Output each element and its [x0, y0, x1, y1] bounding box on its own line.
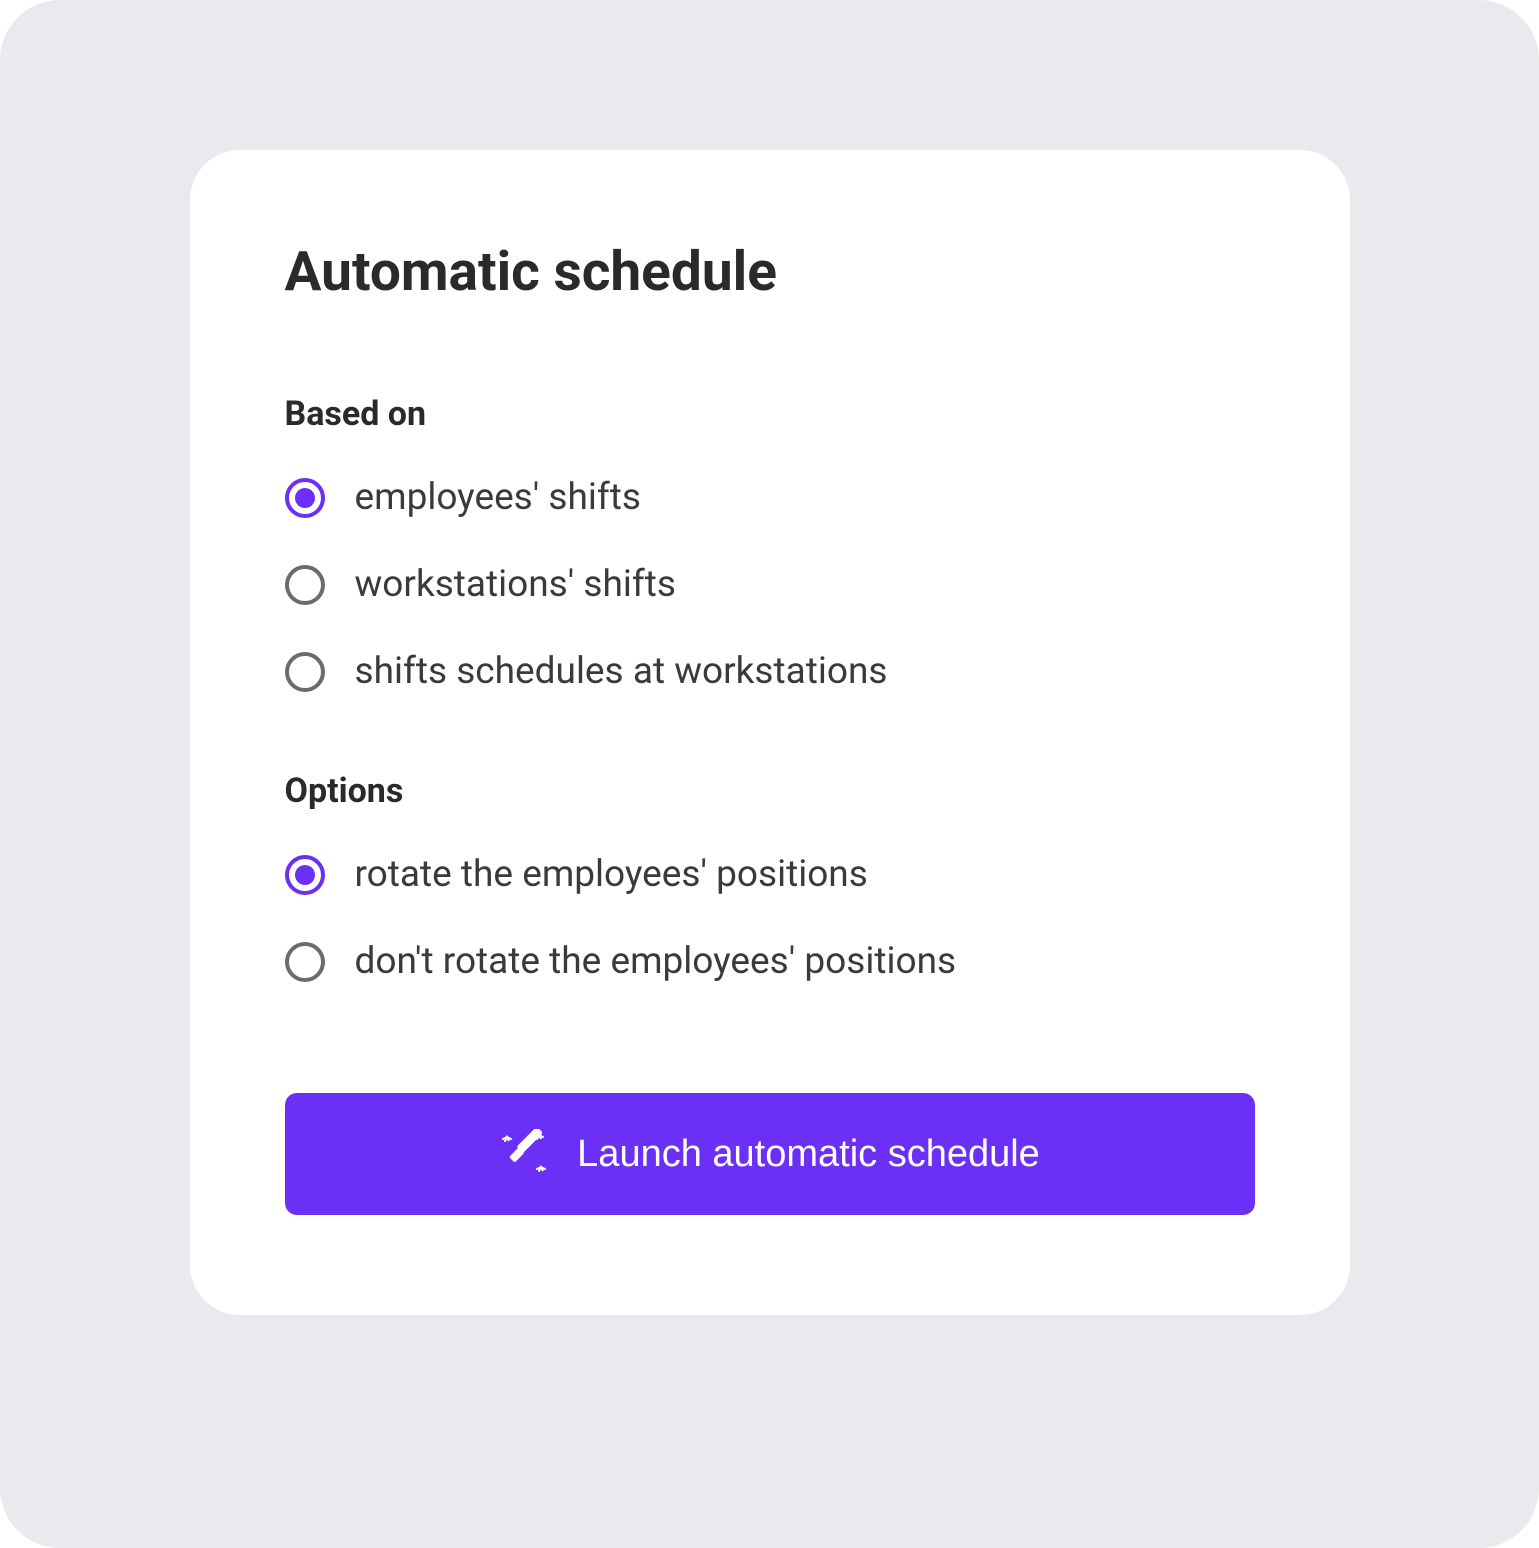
- radio-label: rotate the employees' positions: [355, 853, 868, 896]
- radio-icon: [285, 565, 325, 605]
- automatic-schedule-card: Automatic schedule Based on employees' s…: [190, 150, 1350, 1315]
- magic-wand-icon: [499, 1129, 549, 1179]
- radio-icon: [285, 652, 325, 692]
- options-label: Options: [285, 771, 1255, 811]
- radio-icon: [285, 855, 325, 895]
- radio-employees-shifts[interactable]: employees' shifts: [285, 476, 1255, 519]
- based-on-radio-group: employees' shifts workstations' shifts s…: [285, 476, 1255, 693]
- options-radio-group: rotate the employees' positions don't ro…: [285, 853, 1255, 983]
- radio-icon: [285, 478, 325, 518]
- radio-shifts-schedules-workstations[interactable]: shifts schedules at workstations: [285, 650, 1255, 693]
- based-on-label: Based on: [285, 394, 1255, 434]
- launch-automatic-schedule-button[interactable]: Launch automatic schedule: [285, 1093, 1255, 1215]
- radio-rotate-positions[interactable]: rotate the employees' positions: [285, 853, 1255, 896]
- radio-label: workstations' shifts: [355, 563, 676, 606]
- radio-dont-rotate-positions[interactable]: don't rotate the employees' positions: [285, 940, 1255, 983]
- radio-label: don't rotate the employees' positions: [355, 940, 957, 983]
- radio-label: employees' shifts: [355, 476, 641, 519]
- page-background: Automatic schedule Based on employees' s…: [0, 0, 1539, 1548]
- radio-label: shifts schedules at workstations: [355, 650, 888, 693]
- card-title: Automatic schedule: [285, 240, 1255, 304]
- radio-workstations-shifts[interactable]: workstations' shifts: [285, 563, 1255, 606]
- launch-button-label: Launch automatic schedule: [577, 1133, 1040, 1176]
- radio-icon: [285, 942, 325, 982]
